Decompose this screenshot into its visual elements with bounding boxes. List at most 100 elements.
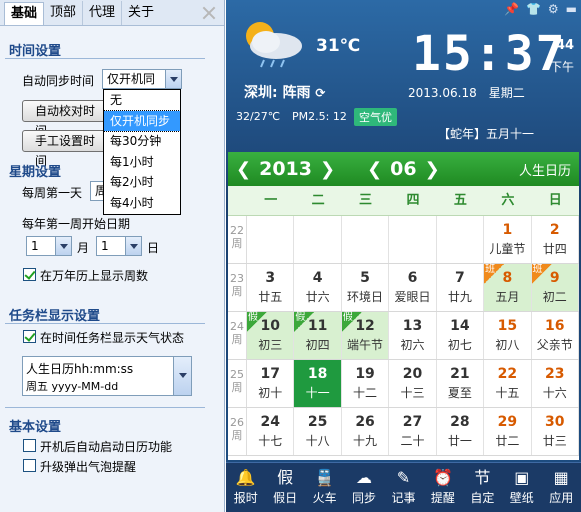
toolbar-7[interactable]: ▣ 壁纸 — [502, 463, 541, 512]
next-year-icon[interactable]: ❯ — [312, 159, 343, 180]
show-weather-checkbox[interactable] — [23, 330, 36, 343]
day-cell-26[interactable]: 26 十九 — [342, 408, 390, 455]
day-cell-20[interactable]: 20 十三 — [389, 360, 437, 407]
day-cell-19[interactable]: 19 十二 — [342, 360, 390, 407]
day-cell-18[interactable]: 18 十一 — [294, 360, 342, 407]
day-cell-21[interactable]: 21 夏至 — [437, 360, 485, 407]
tab-about[interactable]: 关于 — [122, 1, 160, 25]
holiday-tag: 假 — [294, 312, 315, 332]
month-value: 1 — [31, 239, 39, 253]
air-quality-badge[interactable]: 空气优 — [354, 108, 397, 126]
day-cell-6[interactable]: 6 爱眼日 — [389, 264, 437, 311]
manual-set-button[interactable]: 手工设置时间 — [22, 130, 106, 168]
day-cell-14[interactable]: 14 初七 — [437, 312, 485, 359]
sync-option-4h[interactable]: 每4小时 — [104, 193, 180, 214]
toolbar-5[interactable]: ⏰ 提醒 — [423, 463, 462, 512]
day-select[interactable]: 1 — [96, 236, 142, 256]
first-day-select[interactable]: 周 — [90, 181, 107, 201]
divider — [5, 58, 205, 59]
day-cell-3[interactable]: 3 廿五 — [247, 264, 295, 311]
chevron-down-icon[interactable] — [125, 237, 141, 255]
day-cell-29[interactable]: 29 廿二 — [484, 408, 532, 455]
toolbar-8[interactable]: ▦ 应用 — [542, 463, 581, 512]
close-icon[interactable] — [202, 6, 216, 20]
refresh-icon[interactable]: ⟳ — [315, 86, 325, 100]
minimize-icon[interactable]: ▬ — [566, 2, 577, 16]
day-cell-27[interactable]: 27 二十 — [389, 408, 437, 455]
day-cell-16[interactable]: 16 父亲节 — [532, 312, 579, 359]
prev-year-icon[interactable]: ❮ — [228, 159, 259, 180]
autostart-checkbox[interactable] — [23, 439, 36, 452]
auto-sync-value: 仅开机同 — [107, 72, 156, 86]
day-cell-22[interactable]: 22 十五 — [484, 360, 532, 407]
upgrade-checkbox[interactable] — [23, 459, 36, 472]
toolbar-0[interactable]: 🔔 报时 — [226, 463, 265, 512]
tab-basic[interactable]: 基础 — [4, 2, 45, 25]
month-label[interactable]: 06 — [390, 158, 416, 180]
day-cell-12[interactable]: 假 12 端午节 — [341, 312, 390, 359]
day-cell-4[interactable]: 4 廿六 — [294, 264, 342, 311]
prev-month-icon[interactable]: ❮ — [359, 159, 390, 180]
day-cell-empty — [342, 216, 390, 263]
day-cell-11[interactable]: 假 11 初四 — [294, 312, 342, 359]
sync-option-boot[interactable]: 仅开机同步 — [103, 109, 181, 133]
day-cell-24[interactable]: 24 十七 — [247, 408, 295, 455]
city-weather[interactable]: 深圳: 阵雨 ⟳ — [244, 82, 325, 102]
day-cell-23[interactable]: 23 十六 — [532, 360, 579, 407]
chevron-down-icon[interactable] — [173, 357, 191, 395]
lunar-label: 初七 — [447, 338, 472, 352]
toolbar-label: 记事 — [391, 491, 416, 505]
toolbar-3[interactable]: ☁ 同步 — [344, 463, 383, 512]
day-number: 4 — [312, 270, 323, 286]
pin-icon[interactable]: 📌 — [504, 2, 519, 16]
toolbar-2[interactable]: 🚆 火车 — [305, 463, 344, 512]
toolbar-label: 报时 — [233, 491, 258, 505]
day-cell-30[interactable]: 30 廿三 — [532, 408, 579, 455]
toolbar-label: 提醒 — [430, 491, 455, 505]
tab-proxy[interactable]: 代理 — [83, 0, 123, 25]
sync-option-2h[interactable]: 每2小时 — [104, 172, 180, 193]
day-cell-17[interactable]: 17 初十 — [247, 360, 295, 407]
day-cell-8[interactable]: 班 8 五月 — [484, 264, 532, 311]
day-cell-9[interactable]: 班 9 初二 — [531, 264, 579, 311]
day-cell-5[interactable]: 5 环境日 — [342, 264, 390, 311]
toolbar-icon: ✎ — [396, 468, 411, 487]
toolbar-6[interactable]: 节自定 — [463, 463, 502, 512]
toolbar-4[interactable]: ✎ 记事 — [384, 463, 423, 512]
day-cell-7[interactable]: 7 廿九 — [437, 264, 485, 311]
day-cell-10[interactable]: 假 10 初三 — [247, 312, 295, 359]
sync-options-list: 无 仅开机同步 每30分钟 每1小时 每2小时 每4小时 — [103, 89, 181, 215]
month-select[interactable]: 1 — [26, 236, 72, 256]
workday-tag: 班 — [531, 264, 552, 284]
show-week-checkbox[interactable] — [23, 268, 36, 281]
chevron-down-icon[interactable] — [165, 70, 181, 88]
next-month-icon[interactable]: ❯ — [417, 159, 448, 180]
chevron-down-icon[interactable] — [55, 237, 71, 255]
lunar-label: 十五 — [495, 386, 520, 400]
week-row: 26 周 24 十七 25 十八 26 十九 27 二十 28 廿一 29 廿二 30 廿三 — [228, 408, 579, 456]
sync-option-1h[interactable]: 每1小时 — [104, 152, 180, 173]
day-cell-13[interactable]: 13 初六 — [389, 312, 437, 359]
lunar-label: 初八 — [495, 338, 520, 352]
toolbar-1[interactable]: 假假日 — [265, 463, 304, 512]
day-cell-15[interactable]: 15 初八 — [484, 312, 532, 359]
week-section-title: 星期设置 — [9, 165, 62, 180]
auto-sync-select[interactable]: 仅开机同 — [102, 69, 182, 89]
day-cell-28[interactable]: 28 廿一 — [437, 408, 485, 455]
toolbar-icon: ▦ — [553, 468, 569, 487]
autostart-label: 开机后自动启动日历功能 — [40, 440, 173, 454]
year-label[interactable]: 2013 — [259, 158, 312, 180]
day-cell-empty — [294, 216, 342, 263]
day-cell-25[interactable]: 25 十八 — [294, 408, 342, 455]
sync-option-none[interactable]: 无 — [104, 90, 180, 111]
day-number: 17 — [260, 366, 280, 382]
skin-icon[interactable]: 👕 — [526, 2, 541, 16]
day-cell-1[interactable]: 1 儿童节 — [484, 216, 532, 263]
format-select[interactable]: 人生日历hh:mm:ss 周五 yyyy-MM-dd — [22, 356, 192, 396]
gear-icon[interactable]: ⚙ — [548, 2, 559, 16]
lunar-date: 【蛇年】五月十一 — [438, 127, 535, 141]
auto-correct-button[interactable]: 自动校对时间 — [22, 100, 106, 138]
day-cell-2[interactable]: 2 廿四 — [532, 216, 579, 263]
tab-top[interactable]: 顶部 — [44, 0, 84, 25]
sync-option-30m[interactable]: 每30分钟 — [104, 131, 180, 152]
